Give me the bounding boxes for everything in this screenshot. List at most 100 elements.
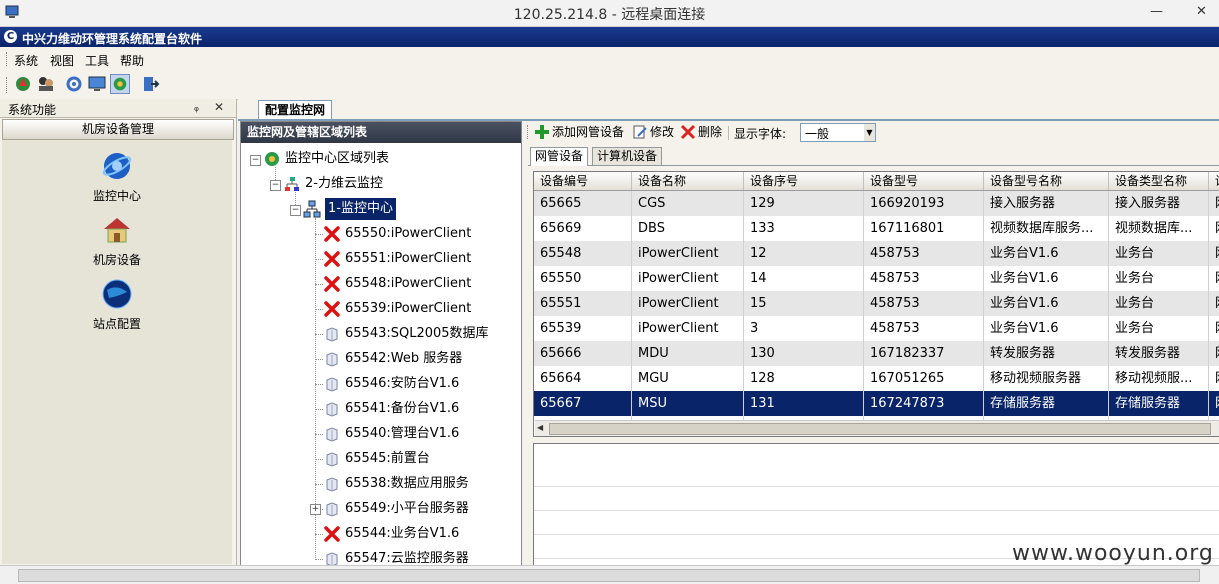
table-cell: 业务台V1.6 [984,266,1109,291]
table-cell: 12 [744,241,864,266]
users-icon[interactable] [36,74,56,94]
table-cell: 接入服务器 [1109,191,1209,216]
chevron-down-icon[interactable]: ▼ [864,124,875,141]
close-button[interactable]: ✕ [1196,4,1207,19]
grid-column-header[interactable]: 设备型号名称 [984,172,1109,190]
horizontal-scrollbar[interactable]: ◀ [535,420,1219,436]
bottom-scroll-thumb[interactable] [18,569,1200,582]
toolbar-grip[interactable] [6,77,9,93]
document-tabs: 配置监控网 [238,99,1219,121]
grid-column-header[interactable]: 设备类型名称 [1109,172,1209,190]
table-cell: iPowerClient [632,241,744,266]
add-device-button[interactable]: 添加网管设备 [534,123,628,141]
app-titlebar: C 中兴力维动环管理系统配置台软件 [0,27,1219,47]
table-cell: 3 [744,316,864,341]
table-cell: 网 [1209,291,1219,316]
menu-help[interactable]: 帮助 [120,52,144,69]
table-cell: 65550 [534,266,632,291]
settings-icon[interactable] [64,74,84,94]
globe-icon [102,279,132,309]
lan-icon [303,200,321,218]
table-cell: CGS [632,191,744,216]
table-cell: 网 [1209,216,1219,241]
device-icon [326,352,338,367]
table-row[interactable]: 65539iPowerClient3458753业务台V1.6业务台网 [534,316,1219,342]
table-cell: 167182337 [864,341,984,366]
table-cell: 65665 [534,191,632,216]
table-cell: 65667 [534,391,632,416]
menu-tools[interactable]: 工具 [85,52,109,69]
tree-expander[interactable]: + [310,504,321,515]
table-cell: 网 [1209,391,1219,416]
watermark: www.wooyun.org [1012,541,1214,566]
panel-header: 系统功能 ᵩ ✕ [0,99,236,118]
tree-header: 监控网及管辖区域列表 [241,122,521,143]
delete-button[interactable]: 删除 [680,123,726,141]
table-row[interactable]: 65667MSU131167247873存储服务器存储服务器网 [534,391,1219,417]
scroll-left-icon[interactable]: ◀ [537,423,543,432]
table-cell: 128 [744,366,864,391]
section-room-equipment[interactable]: 机房设备管理 [2,119,234,140]
table-cell: 网 [1209,366,1219,391]
table-cell: 接入服务器 [984,191,1109,216]
monitor-center-icon [102,153,132,179]
tree-expander-level1[interactable]: − [270,180,281,191]
table-cell: 65669 [534,216,632,241]
table-row[interactable]: 65550iPowerClient14458753业务台V1.6业务台网 [534,266,1219,292]
menu-view[interactable]: 视图 [50,52,74,69]
room-equipment-button[interactable]: 机房设备 [2,214,232,268]
tab-computer-devices[interactable]: 计算机设备 [592,147,663,165]
table-cell: 65664 [534,366,632,391]
config-network-icon[interactable] [110,74,130,94]
device-icon [326,377,338,392]
table-cell: 458753 [864,316,984,341]
tab-network-devices[interactable]: 网管设备 [530,147,589,166]
edit-icon [633,125,647,139]
table-cell: 65548 [534,241,632,266]
table-cell: 业务台V1.6 [984,316,1109,341]
device-toolbar-grip[interactable] [527,125,530,139]
table-cell: 存储服务器 [1109,391,1209,416]
grid-column-header[interactable]: 设备名称 [632,172,744,190]
tree-expander-root[interactable]: − [250,155,261,166]
grid-column-header[interactable]: 设备序号 [744,172,864,190]
bottom-scrollbar[interactable] [0,565,1219,584]
minimize-button[interactable]: — [1150,4,1163,19]
menu-grip[interactable] [6,52,9,66]
grid-column-header[interactable]: 设备编号 [534,172,632,190]
menu-system[interactable]: 系统 [14,52,38,69]
grid-column-header[interactable]: 设备型号 [864,172,984,190]
table-row[interactable]: 65666MDU130167182337转发服务器转发服务器网 [534,341,1219,367]
edit-button[interactable]: 修改 [632,123,678,141]
table-row[interactable]: 65664MGU128167051265移动视频服务器移动视频服...网 [534,366,1219,392]
pin-icon[interactable]: ᵩ [194,100,199,114]
table-cell: MGU [632,366,744,391]
tree-expander-level2[interactable]: − [290,205,301,216]
tab-config-monitor-net[interactable]: 配置监控网 [258,100,333,119]
table-cell: iPowerClient [632,266,744,291]
table-cell: 458753 [864,266,984,291]
device-grid: 设备编号设备名称设备序号设备型号设备型号名称设备类型名称设 65665CGS12… [533,171,1219,437]
font-size-select[interactable]: 一般 ▼ [800,123,876,142]
table-cell: 458753 [864,291,984,316]
scroll-thumb[interactable] [549,423,1211,435]
monitor-icon[interactable] [87,74,107,94]
table-cell: 业务台 [1109,241,1209,266]
grid-column-header[interactable]: 设 [1209,172,1219,190]
monitor-center-button[interactable]: 监控中心 [2,150,232,204]
monitor-center-label: 监控中心 [92,189,141,203]
table-cell: 131 [744,391,864,416]
table-row[interactable]: 65551iPowerClient15458753业务台V1.6业务台网 [534,291,1219,317]
network-icon[interactable] [13,74,33,94]
site-config-button[interactable]: 站点配置 [2,278,232,332]
grid-header: 设备编号设备名称设备序号设备型号设备型号名称设备类型名称设 [534,172,1219,191]
table-cell: MDU [632,341,744,366]
table-cell: 视频数据库服务... [984,216,1109,241]
table-row[interactable]: 65548iPowerClient12458753业务台V1.6业务台网 [534,241,1219,267]
table-cell: iPowerClient [632,316,744,341]
panel-close-icon[interactable]: ✕ [214,100,224,114]
table-row[interactable]: 65665CGS129166920193接入服务器接入服务器网 [534,191,1219,217]
device-icon [326,477,338,492]
table-row[interactable]: 65669DBS133167116801视频数据库服务...视频数据库...网 [534,216,1219,242]
exit-icon[interactable] [140,74,160,94]
